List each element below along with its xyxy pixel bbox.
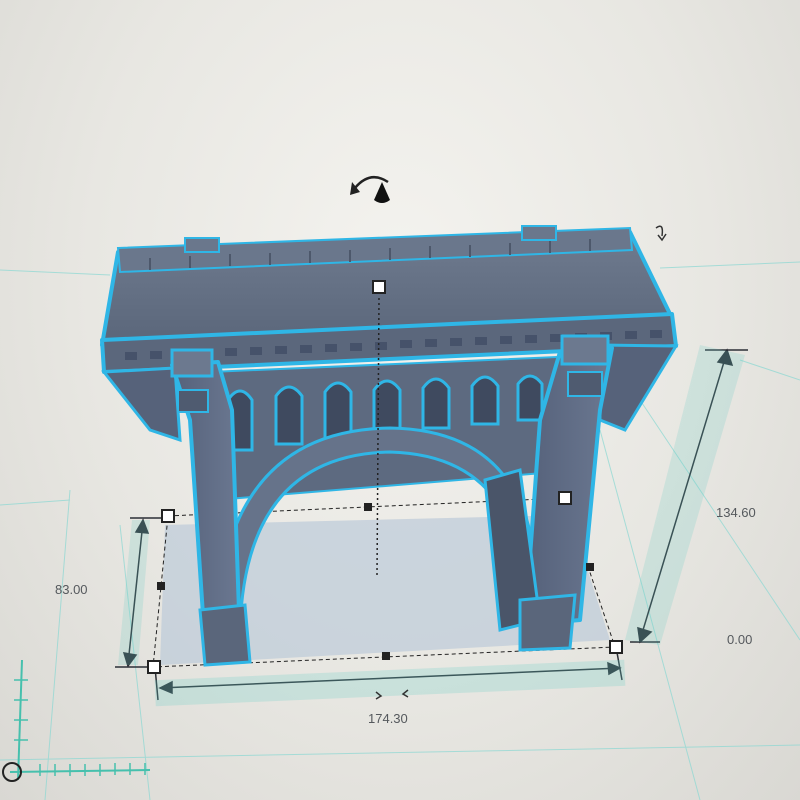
- depth-dimension-band: [118, 520, 150, 665]
- height-dimension-value[interactable]: 134.60: [716, 505, 756, 520]
- corner-rotate-icon[interactable]: [655, 225, 667, 242]
- handle-corner-front-left[interactable]: [147, 660, 161, 674]
- elevation-value[interactable]: 0.00: [727, 632, 752, 647]
- depth-dimension-value[interactable]: 83.00: [55, 582, 88, 597]
- handle-edge-left[interactable]: [157, 582, 165, 590]
- handle-edge-back[interactable]: [364, 503, 372, 511]
- lift-cone-icon[interactable]: [374, 182, 390, 203]
- workplane-viewport[interactable]: 174.30 134.60 83.00 0.00: [0, 0, 800, 800]
- handle-corner-back-right[interactable]: [558, 491, 572, 505]
- handle-edge-front[interactable]: [382, 652, 390, 660]
- handle-height-top[interactable]: [372, 280, 386, 294]
- handle-edge-right[interactable]: [586, 563, 594, 571]
- workplane-ruler: [9, 659, 151, 781]
- handle-corner-back-left[interactable]: [161, 509, 175, 523]
- width-dimension-band: [154, 659, 626, 707]
- width-dimension-value[interactable]: 174.30: [368, 711, 408, 726]
- 3d-scene: [0, 175, 800, 800]
- handle-corner-front-right[interactable]: [609, 640, 623, 654]
- bridge-wing-left: [101, 366, 182, 443]
